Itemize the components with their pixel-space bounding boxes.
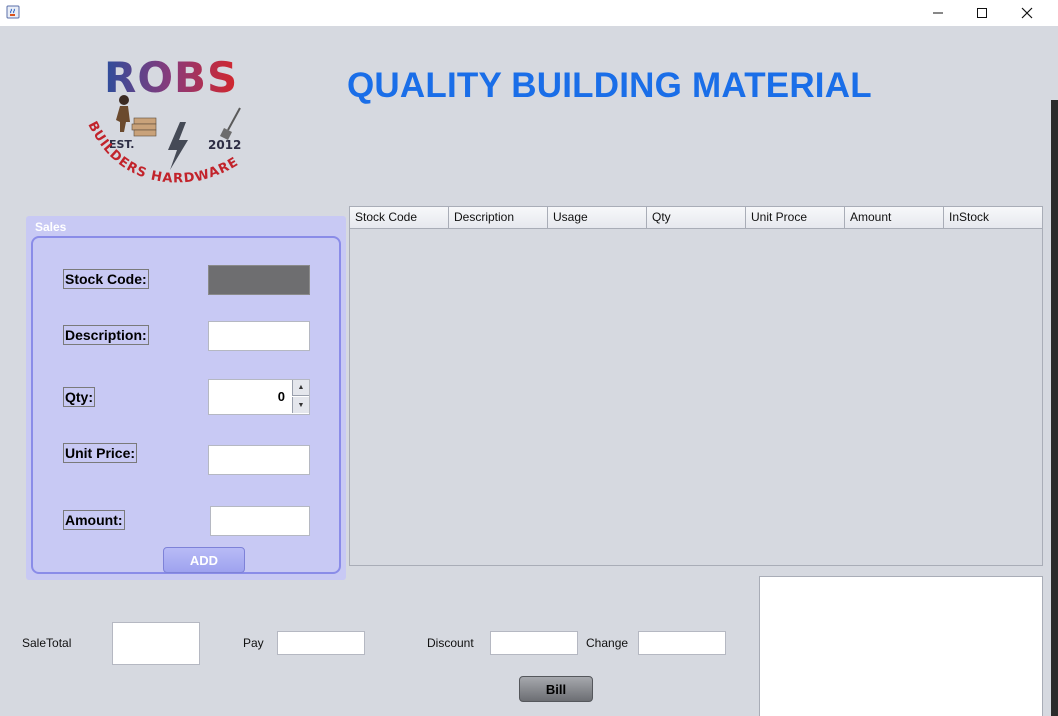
maximize-icon xyxy=(977,8,987,18)
qty-label: Qty: xyxy=(63,387,95,407)
column-header-instock[interactable]: InStock xyxy=(944,207,1042,228)
logo-year: 2012 xyxy=(208,138,241,152)
spinner-up-icon[interactable]: ▲ xyxy=(292,380,309,396)
unit-price-field[interactable] xyxy=(208,445,310,475)
pay-label: Pay xyxy=(243,636,264,650)
window-titlebar xyxy=(0,0,1058,26)
discount-field[interactable] xyxy=(490,631,578,655)
window-edge-top xyxy=(1051,26,1058,100)
logo-title: ROBS xyxy=(104,53,238,102)
maximize-button[interactable] xyxy=(959,0,1005,26)
close-icon xyxy=(1021,7,1033,19)
close-button[interactable] xyxy=(1004,0,1050,26)
sales-table[interactable]: Stock Code Description Usage Qty Unit Pr… xyxy=(349,206,1043,566)
java-cup-icon xyxy=(5,4,21,20)
page-title: QUALITY BUILDING MATERIAL xyxy=(347,66,872,105)
qty-value: 0 xyxy=(277,389,285,404)
minimize-icon xyxy=(933,12,943,14)
column-header-stock-code[interactable]: Stock Code xyxy=(350,207,449,228)
add-button[interactable]: ADD xyxy=(163,547,245,573)
change-field[interactable] xyxy=(638,631,726,655)
logo-subtitle: BUILDERS HARDWARE xyxy=(84,119,241,186)
sales-panel-title: Sales xyxy=(35,220,67,234)
column-header-description[interactable]: Description xyxy=(449,207,548,228)
column-header-usage[interactable]: Usage xyxy=(548,207,647,228)
company-logo: ROBS EST. 2012 BUILDERS HARDWARE xyxy=(82,52,276,194)
qty-spinner[interactable]: 0 ▲ ▼ xyxy=(208,379,310,415)
description-field[interactable] xyxy=(208,321,310,351)
amount-field[interactable] xyxy=(210,506,310,536)
sale-total-field[interactable] xyxy=(112,622,200,665)
lightning-icon xyxy=(168,122,188,170)
pay-field[interactable] xyxy=(277,631,365,655)
unit-price-label: Unit Price: xyxy=(63,443,138,463)
minimize-button[interactable] xyxy=(915,0,961,26)
stock-code-label: Stock Code: xyxy=(63,269,149,289)
bill-text-area[interactable] xyxy=(759,576,1043,716)
bill-button[interactable]: Bill xyxy=(519,676,593,702)
column-header-qty[interactable]: Qty xyxy=(647,207,746,228)
spinner-down-icon[interactable]: ▼ xyxy=(292,397,309,413)
stock-code-field[interactable] xyxy=(208,265,310,295)
window-edge xyxy=(1051,26,1058,716)
column-header-unit-price[interactable]: Unit Proce xyxy=(746,207,845,228)
amount-label: Amount: xyxy=(63,510,125,530)
table-header: Stock Code Description Usage Qty Unit Pr… xyxy=(350,207,1042,229)
change-label: Change xyxy=(586,636,629,650)
column-header-amount[interactable]: Amount xyxy=(845,207,944,228)
discount-label: Discount xyxy=(427,636,474,650)
sale-total-label: SaleTotal xyxy=(22,636,72,650)
description-label: Description: xyxy=(63,325,149,345)
